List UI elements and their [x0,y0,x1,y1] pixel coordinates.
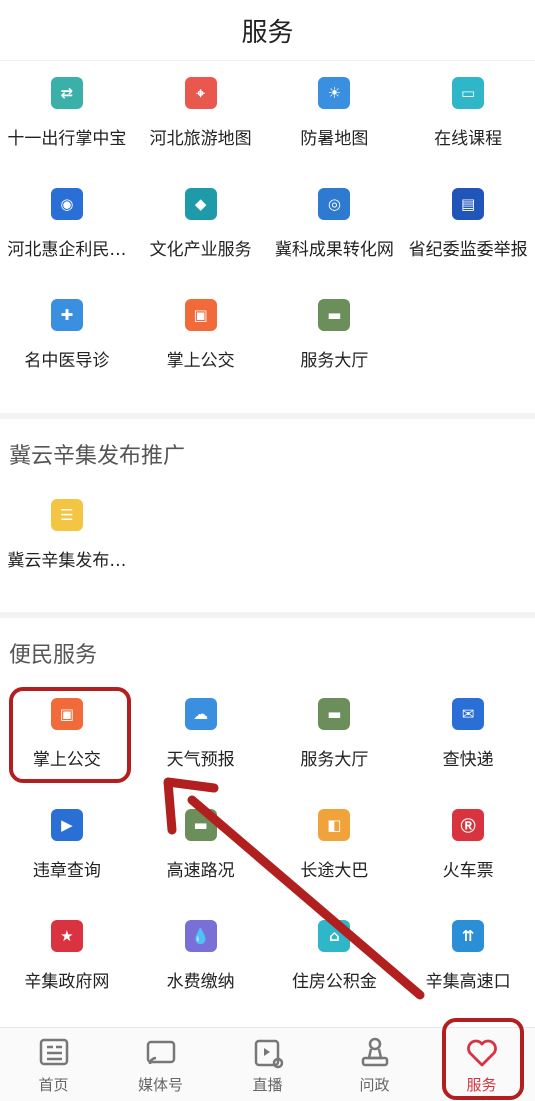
clipboard-icon: ☰ [50,499,83,531]
service-item[interactable]: ▬ 服务大厅 [268,282,402,393]
service-item[interactable]: ☰ 冀云辛集发布… [0,482,134,593]
top-bar: 服务 [0,0,535,61]
service-item-label: 服务大厅 [300,351,369,371]
service-grid-promo: ☰ 冀云辛集发布… [0,482,535,593]
service-item-label: 省纪委监委举报 [408,240,528,260]
stamp-icon [361,1037,388,1067]
section-title-promo: 冀云辛集发布推广 [9,444,186,469]
service-item[interactable]: ▬ 高速路况 [134,792,268,903]
service-item-label: 掌上公交 [166,351,235,371]
service-item[interactable]: Ⓡ 火车票 [401,792,535,903]
service-hall-icon: ▬ [318,698,351,730]
bus-icon: ▣ [184,299,217,331]
tech-transfer-icon: ◎ [318,188,351,220]
service-item[interactable]: ⇈ 辛集高速口 [401,903,535,1014]
highlight-box [442,1018,524,1100]
service-item-label: 防暑地图 [300,129,369,149]
service-item[interactable]: ▤ 省纪委监委举报 [401,171,535,282]
service-item-label: 冀科成果转化网 [274,240,394,260]
violation-icon: ▶ [50,809,83,841]
tab-label: 直播 [252,1076,283,1094]
service-grid-main: ⇄ 十一出行掌中宝 ⌖ 河北旅游地图 ☀ 防暑地图 ▭ 在线课程 ◉ 河北惠企利民… ◆ 文化产业服务… [0,60,535,393]
tab-label: 媒体号 [137,1076,183,1094]
service-item-label: 冀云辛集发布… [7,551,127,571]
service-item[interactable]: ✉ 查快递 [401,681,535,792]
service-item-label: 查快递 [442,750,494,770]
service-item-label: 河北旅游地图 [149,129,252,149]
service-item[interactable]: 💧 水费缴纳 [134,903,268,1014]
tab-item[interactable]: 首页 [0,1028,107,1101]
service-item[interactable]: ☁ 天气预报 [134,681,268,792]
service-item-label: 住房公积金 [291,972,377,992]
service-item[interactable]: ◆ 文化产业服务 [134,171,268,282]
highlight-box [9,687,131,783]
service-item[interactable]: ✚ 名中医导诊 [0,282,134,393]
highway-traffic-icon: ▬ [184,809,217,841]
service-item-label: 火车票 [442,861,494,881]
tab-label: 问政 [359,1076,390,1094]
service-item-label: 服务大厅 [300,750,369,770]
service-item[interactable]: ▶ 违章查询 [0,792,134,903]
doctor-icon: ✚ [50,299,83,331]
government-emblem-icon: ★ [50,920,83,952]
train-icon: Ⓡ [452,809,485,841]
live-video-icon [254,1039,283,1069]
service-item-label: 天气预报 [166,750,235,770]
service-item-label: 辛集高速口 [425,972,511,992]
tab-item[interactable]: 媒体号 [107,1028,214,1101]
report-icon: ▤ [452,188,485,220]
home-news-icon [39,1038,68,1066]
service-hall-icon: ▬ [318,299,351,331]
service-item[interactable]: ◧ 长途大巴 [268,792,402,903]
tourism-map-icon: ⌖ [184,77,217,109]
service-item[interactable]: ◉ 河北惠企利民… [0,171,134,282]
service-item-label: 水费缴纳 [166,972,235,992]
divider [0,612,535,618]
online-course-icon: ▭ [452,77,485,109]
tab-item[interactable]: 直播 [214,1028,321,1101]
service-item[interactable]: ▣ 掌上公交 [134,282,268,393]
heat-map-icon: ☀ [318,77,351,109]
housing-fund-icon: ⌂ [318,920,351,952]
service-item-label: 高速路况 [166,861,235,881]
culture-industry-icon: ◆ [184,188,217,220]
service-item-label: 河北惠企利民… [7,240,127,260]
service-item-label: 长途大巴 [300,861,369,881]
service-item[interactable]: ⌂ 住房公积金 [268,903,402,1014]
service-item[interactable]: ▭ 在线课程 [401,60,535,171]
section-title-convenience: 便民服务 [9,643,98,668]
highway-exit-icon: ⇈ [452,920,485,952]
service-item[interactable]: ▬ 服务大厅 [268,681,402,792]
coach-bus-icon: ◧ [318,809,351,841]
service-item[interactable]: ⌖ 河北旅游地图 [134,60,268,171]
water-fee-icon: 💧 [184,920,217,952]
cast-icon [146,1040,175,1065]
divider [0,413,535,419]
service-item[interactable]: ★ 辛集政府网 [0,903,134,1014]
page-title: 服务 [241,17,294,48]
weather-icon: ☁ [184,698,217,730]
service-item[interactable]: ◎ 冀科成果转化网 [268,171,402,282]
tab-label: 首页 [38,1076,69,1094]
service-item-label: 文化产业服务 [149,240,252,260]
service-item-label: 违章查询 [32,861,101,881]
service-item-label: 辛集政府网 [24,972,110,992]
service-item[interactable]: ☀ 防暑地图 [268,60,402,171]
enterprise-benefit-icon: ◉ [50,188,83,220]
travel-app-icon: ⇄ [50,77,83,109]
express-icon: ✉ [452,698,485,730]
service-item-label: 十一出行掌中宝 [7,129,127,149]
service-item-label: 名中医导诊 [24,351,110,371]
service-item-label: 在线课程 [434,129,503,149]
service-item[interactable]: ⇄ 十一出行掌中宝 [0,60,134,171]
tab-item[interactable]: 问政 [321,1028,428,1101]
